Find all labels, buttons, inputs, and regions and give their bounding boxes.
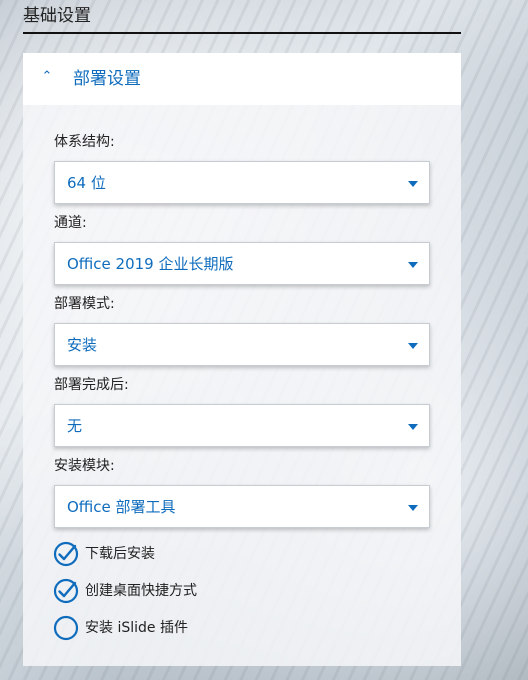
- deploy-mode-select[interactable]: 安装: [54, 323, 430, 366]
- option-label: 安装 iSlide 插件: [85, 620, 188, 636]
- install-module-label: 安装模块:: [54, 458, 115, 474]
- caret-down-icon: [408, 181, 418, 187]
- architecture-label: 体系结构:: [54, 134, 115, 150]
- caret-down-icon: [408, 262, 418, 268]
- channel-label: 通道:: [54, 215, 87, 231]
- deploy-mode-label: 部署模式:: [54, 296, 115, 312]
- install-module-value: Office 部署工具: [67, 498, 176, 516]
- deployment-settings-panel: ⌃ 部署设置 体系结构: 64 位 通道: Office 2019 企业长期版 …: [23, 53, 461, 666]
- option-label: 创建桌面快捷方式: [85, 583, 197, 599]
- after-deploy-label: 部署完成后:: [54, 377, 129, 393]
- panel-title: 部署设置: [73, 69, 141, 89]
- caret-down-icon: [408, 424, 418, 430]
- option-install-islide[interactable]: 安装 iSlide 插件: [53, 615, 353, 641]
- after-deploy-value: 无: [67, 417, 83, 435]
- architecture-select[interactable]: 64 位: [54, 161, 430, 204]
- checked-circle-icon[interactable]: [53, 578, 79, 604]
- option-label: 下载后安装: [85, 546, 155, 562]
- checked-circle-icon[interactable]: [53, 541, 79, 567]
- caret-down-icon: [408, 343, 418, 349]
- channel-value: Office 2019 企业长期版: [67, 255, 234, 273]
- chevron-up-icon[interactable]: ⌃: [40, 67, 54, 87]
- option-create-desktop-shortcut[interactable]: 创建桌面快捷方式: [53, 578, 353, 604]
- option-install-after-download[interactable]: 下载后安装: [53, 541, 353, 567]
- after-deploy-select[interactable]: 无: [54, 404, 430, 447]
- channel-select[interactable]: Office 2019 企业长期版: [54, 242, 430, 285]
- panel-header[interactable]: ⌃ 部署设置: [23, 53, 461, 105]
- install-module-select[interactable]: Office 部署工具: [54, 485, 430, 528]
- section-title: 基础设置: [23, 6, 461, 34]
- architecture-value: 64 位: [67, 174, 106, 192]
- unchecked-circle-icon[interactable]: [53, 615, 79, 641]
- deploy-mode-value: 安装: [67, 336, 98, 354]
- caret-down-icon: [408, 505, 418, 511]
